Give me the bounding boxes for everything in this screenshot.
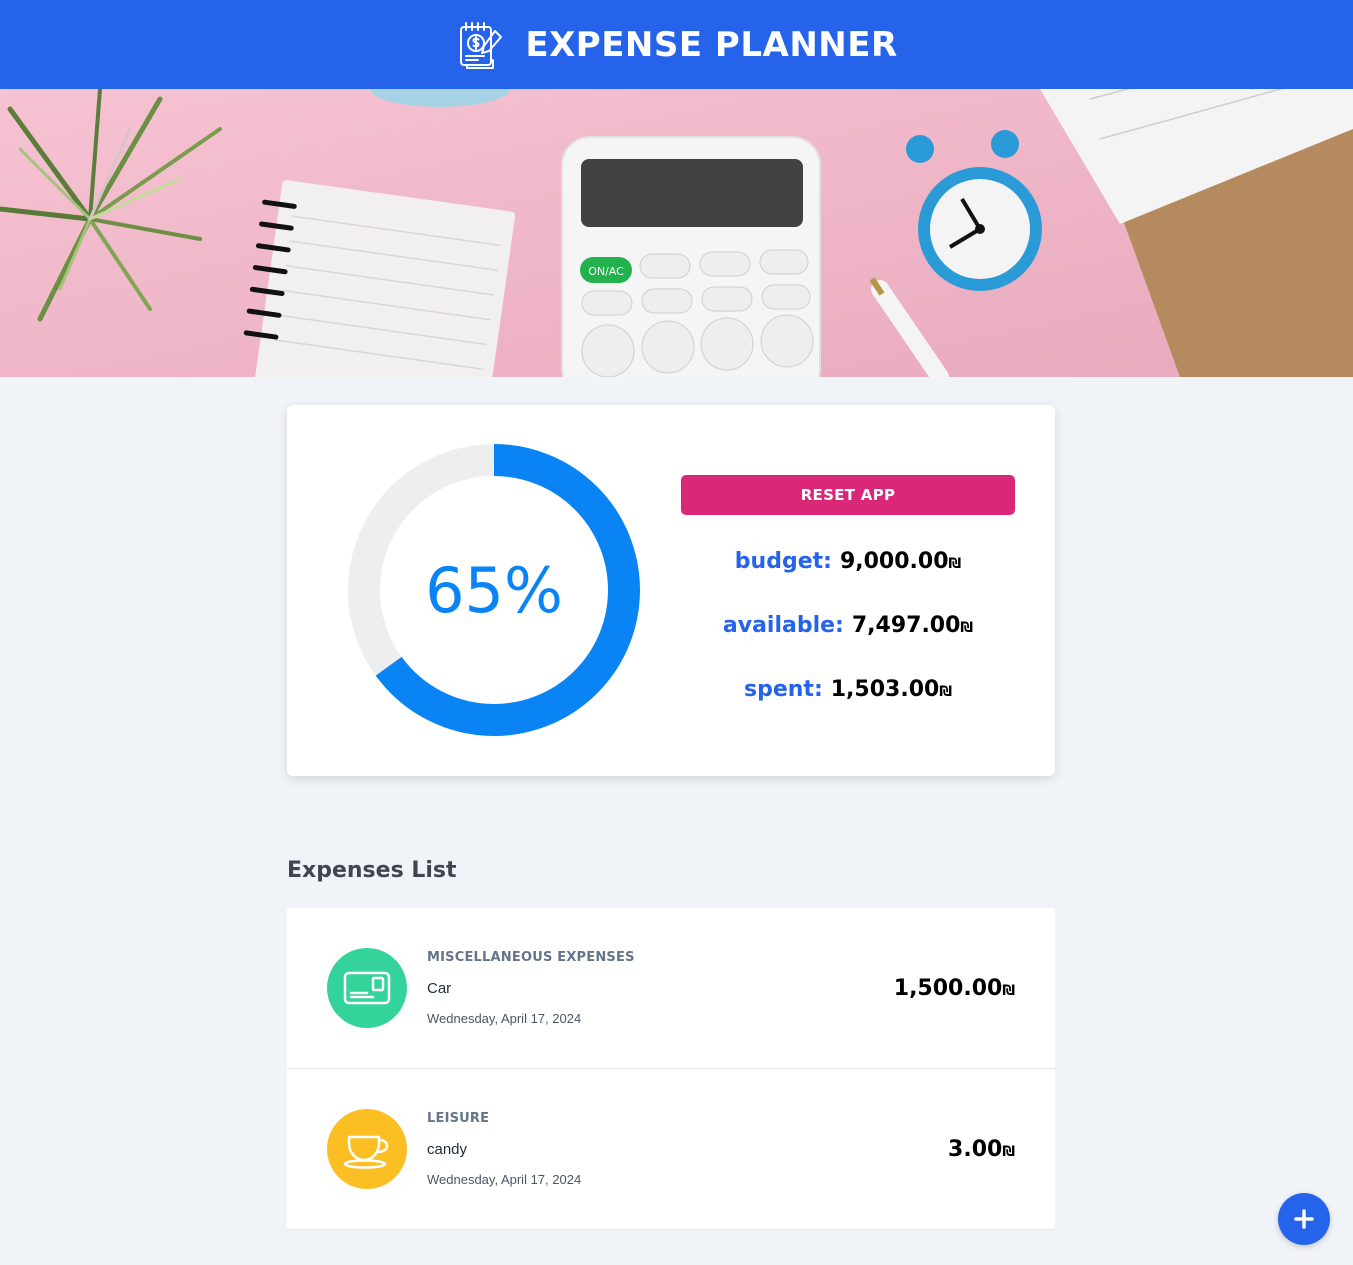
expense-notepad-icon [460, 21, 503, 69]
add-expense-button[interactable] [1278, 1193, 1330, 1245]
progress-percentage: 65% [425, 553, 563, 627]
expense-amount-value: 3.00 [948, 1137, 1003, 1162]
budget-label: budget: [734, 549, 832, 574]
currency-symbol: ₪ [1002, 1144, 1015, 1160]
currency-symbol: ₪ [1002, 983, 1015, 999]
expense-name: Car [427, 980, 452, 997]
expense-item[interactable]: LEISURE candy Wednesday, April 17, 2024 … [287, 1069, 1055, 1230]
currency-symbol: ₪ [948, 556, 962, 572]
reset-app-button[interactable]: RESET APP [681, 475, 1015, 515]
plus-icon [1294, 1209, 1314, 1229]
budget-summary-card: 65% RESET APP budget: 9,000.00₪ available… [287, 405, 1055, 776]
spent-label: spent: [744, 677, 823, 702]
app-title: EXPENSE PLANNER [525, 24, 898, 65]
expense-amount: 1,500.00₪ [894, 976, 1015, 1001]
available-stat: available: 7,497.00₪ [681, 613, 1015, 638]
expense-amount-value: 1,500.00 [893, 976, 1003, 1001]
currency-symbol: ₪ [960, 620, 974, 636]
available-label: available: [722, 613, 844, 638]
expense-category: MISCELLANEOUS EXPENSES [427, 950, 635, 965]
svg-text:ON/AC: ON/AC [588, 265, 624, 278]
expenses-list: MISCELLANEOUS EXPENSES Car Wednesday, Ap… [287, 908, 1055, 1230]
miscellaneous-card-icon [327, 948, 407, 1028]
currency-symbol: ₪ [939, 684, 952, 700]
spent-value: 1,503.00 [830, 677, 940, 702]
leisure-cup-icon [327, 1109, 407, 1189]
app-header: EXPENSE PLANNER [0, 0, 1353, 89]
available-value: 7,497.00 [851, 613, 961, 638]
budget-stat: budget: 9,000.00₪ [681, 549, 1015, 574]
expenses-list-heading: Expenses List [287, 858, 457, 883]
expense-name: candy [427, 1141, 468, 1158]
expense-amount: 3.00₪ [948, 1137, 1015, 1162]
expense-category: LEISURE [427, 1111, 490, 1126]
expense-date: Wednesday, April 17, 2024 [427, 1172, 582, 1187]
expense-item[interactable]: MISCELLANEOUS EXPENSES Car Wednesday, Ap… [287, 908, 1055, 1069]
budget-value: 9,000.00 [839, 549, 949, 574]
hero-image: ON/AC [0, 89, 1353, 377]
expense-date: Wednesday, April 17, 2024 [427, 1011, 582, 1026]
hero-banner: ON/AC [0, 89, 1353, 377]
spent-stat: spent: 1,503.00₪ [681, 677, 1015, 702]
